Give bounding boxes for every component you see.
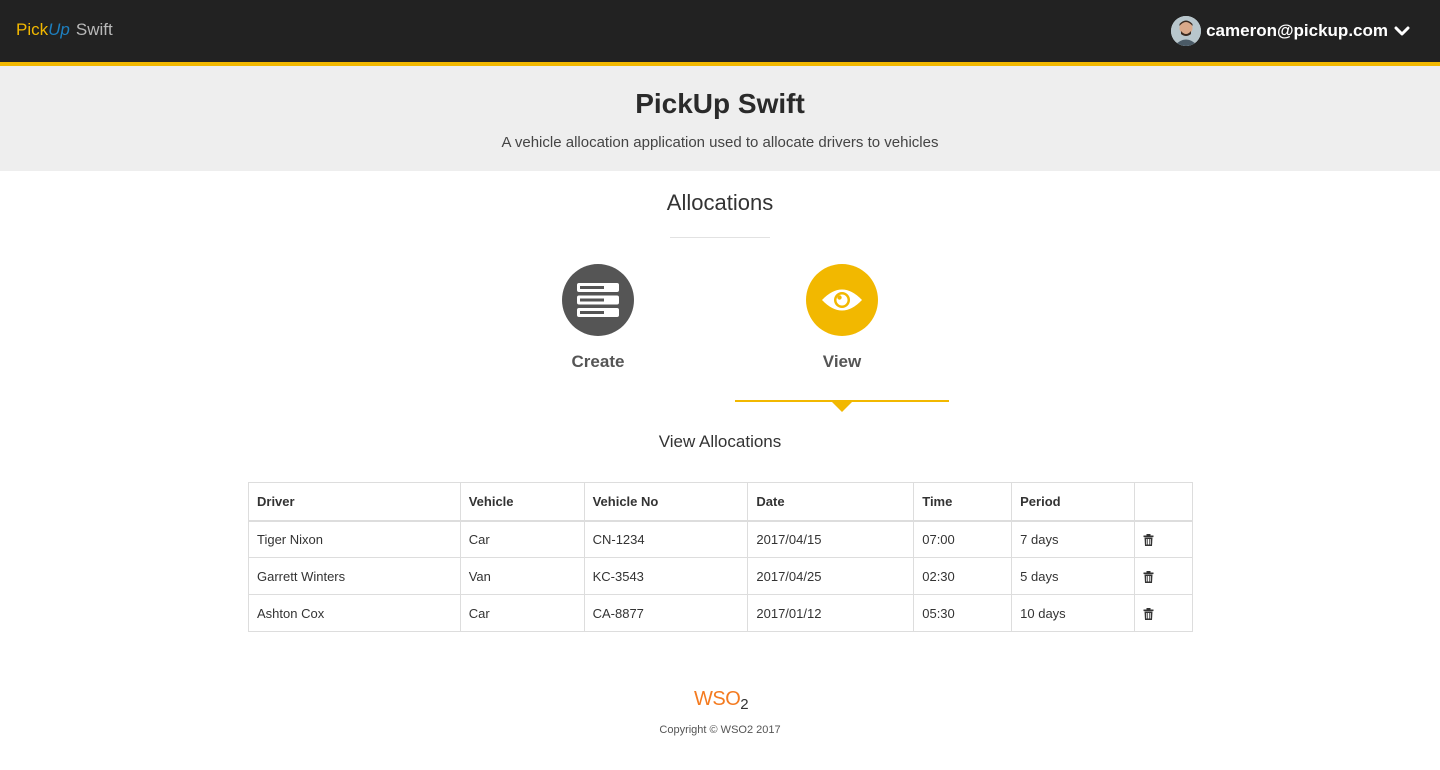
table-row: Tiger Nixon Car CN-1234 2017/04/15 07:00… (248, 520, 1193, 558)
view-action-button[interactable]: View (782, 264, 902, 372)
wso2-logo: WSO2 (694, 688, 749, 713)
user-menu[interactable]: cameron@pickup.com (1171, 15, 1410, 47)
trash-icon[interactable] (1143, 571, 1154, 584)
cell-driver: Tiger Nixon (248, 520, 461, 558)
cell-date: 2017/01/12 (747, 594, 915, 632)
top-navbar: PickUp Swift cameron@pickup.com (0, 0, 1440, 66)
hero-banner: PickUp Swift A vehicle allocation applic… (0, 66, 1440, 171)
user-email: cameron@pickup.com (1206, 21, 1388, 40)
footer-copyright: Copyright © WSO2 2017 (659, 724, 781, 736)
create-action-button[interactable]: Create (538, 264, 658, 372)
cell-vehicle-no: CN-1234 (583, 520, 749, 558)
active-tab-caret (832, 402, 852, 412)
cell-time: 07:00 (913, 520, 1013, 558)
brand-pick: Pick (16, 20, 49, 39)
page-subtitle: A vehicle allocation application used to… (501, 134, 939, 151)
create-label: Create (571, 352, 625, 371)
column-header-vehicle[interactable]: Vehicle (459, 482, 585, 522)
cell-period: 7 days (1011, 520, 1136, 558)
page-title: PickUp Swift (635, 88, 805, 119)
trash-icon[interactable] (1143, 608, 1154, 621)
brand-logo[interactable]: PickUp Swift (16, 20, 113, 40)
cell-vehicle: Car (459, 520, 585, 558)
cell-date: 2017/04/25 (747, 557, 915, 595)
brand-swift: Swift (75, 20, 113, 39)
logo-sub: 2 (740, 696, 749, 713)
logo-text: WSO (694, 688, 741, 710)
eye-icon (822, 289, 862, 311)
cell-time: 05:30 (913, 594, 1013, 632)
column-header-driver[interactable]: Driver (248, 482, 461, 522)
table-header-row: Driver Vehicle Vehicle No Date Time Peri… (248, 482, 1193, 522)
cell-driver: Ashton Cox (248, 594, 461, 632)
avatar (1171, 16, 1202, 46)
view-circle (806, 264, 878, 336)
chevron-down-icon (1394, 26, 1410, 36)
column-header-time[interactable]: Time (913, 482, 1013, 522)
allocations-table: Driver Vehicle Vehicle No Date Time Peri… (248, 482, 1193, 632)
table-row: Garrett Winters Van KC-3543 2017/04/25 0… (248, 557, 1193, 595)
column-header-period[interactable]: Period (1011, 482, 1136, 522)
cell-actions (1134, 557, 1193, 595)
column-header-date[interactable]: Date (747, 482, 915, 522)
view-allocations-title: View Allocations (658, 432, 782, 451)
cell-vehicle: Van (459, 557, 585, 595)
cell-actions (1134, 594, 1193, 632)
cell-date: 2017/04/15 (747, 520, 915, 558)
create-circle (562, 264, 634, 336)
column-header-actions (1134, 482, 1193, 522)
cell-vehicle-no: CA-8877 (583, 594, 749, 632)
cell-vehicle: Car (459, 594, 585, 632)
cell-driver: Garrett Winters (248, 557, 461, 595)
view-label: View (822, 352, 862, 371)
cell-period: 10 days (1011, 594, 1136, 632)
table-row: Ashton Cox Car CA-8877 2017/01/12 05:30 … (248, 594, 1193, 632)
trash-icon[interactable] (1143, 534, 1154, 547)
cell-vehicle-no: KC-3543 (583, 557, 749, 595)
cell-time: 02:30 (913, 557, 1013, 595)
cell-actions (1134, 520, 1193, 558)
server-list-icon (577, 283, 619, 317)
cell-period: 5 days (1011, 557, 1136, 595)
brand-up: Up (48, 20, 70, 39)
column-header-vehicle-no[interactable]: Vehicle No (583, 482, 749, 522)
section-divider (670, 237, 770, 238)
section-title: Allocations (666, 190, 774, 215)
